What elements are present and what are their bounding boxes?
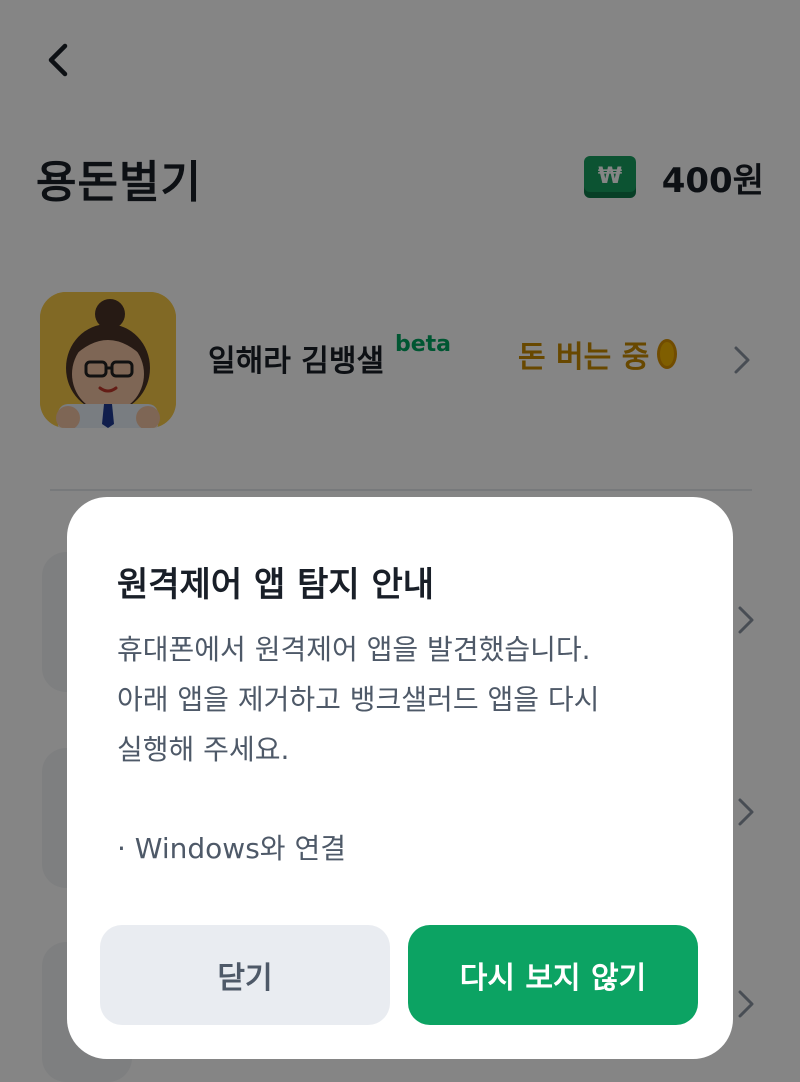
close-button-label: 닫기 [217, 961, 273, 996]
dont-show-again-button[interactable]: 다시 보지 않기 [408, 925, 698, 1025]
remote-control-alert-dialog: 원격제어 앱 탐지 안내 휴대폰에서 원격제어 앱을 발견했습니다. 아래 앱을… [67, 497, 733, 1059]
dialog-message-line: 아래 앱을 제거하고 뱅크샐러드 앱을 다시 [117, 683, 600, 716]
dont-show-again-label: 다시 보지 않기 [459, 961, 647, 996]
page: 용돈벌기 ₩ 400원 일해라 김뱅샐 beta 돈 버는 중 원격제어 앱 탐… [0, 0, 800, 1082]
dialog-message: 휴대폰에서 원격제어 앱을 발견했습니다. 아래 앱을 제거하고 뱅크샐러드 앱… [117, 625, 697, 775]
detected-app-item: · Windows와 연결 [117, 832, 346, 865]
dialog-message-line: 실행해 주세요. [117, 733, 290, 766]
dialog-title: 원격제어 앱 탐지 안내 [117, 565, 435, 605]
close-button[interactable]: 닫기 [100, 925, 390, 1025]
dialog-message-line: 휴대폰에서 원격제어 앱을 발견했습니다. [117, 633, 591, 666]
